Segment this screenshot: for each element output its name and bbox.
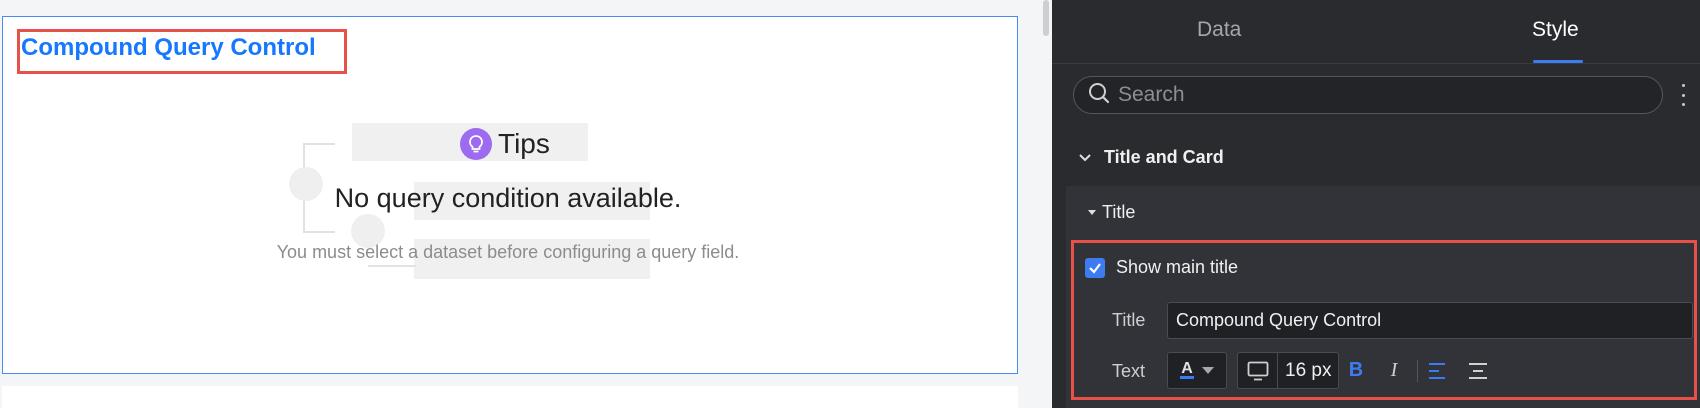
tab-style[interactable]: Style xyxy=(1532,18,1579,42)
italic-icon[interactable]: I xyxy=(1378,352,1410,389)
check-icon xyxy=(1089,262,1101,274)
title-field-label: Title xyxy=(1112,310,1146,330)
bold-icon[interactable]: B xyxy=(1340,352,1372,389)
config-panel: Data Style Title and Card Title Show mai… xyxy=(1052,0,1700,408)
font-color-picker[interactable]: A xyxy=(1167,352,1227,389)
caret-down-icon xyxy=(1201,367,1214,374)
tips-label: Tips xyxy=(498,128,550,159)
show-main-title-checkbox[interactable] xyxy=(1085,257,1105,278)
search-box[interactable] xyxy=(1073,76,1663,114)
lightbulb-icon xyxy=(460,128,492,160)
tab-data[interactable]: Data xyxy=(1197,18,1241,42)
search-icon xyxy=(1088,82,1110,109)
title-input[interactable]: Compound Query Control xyxy=(1167,302,1693,339)
card-title: Compound Query Control xyxy=(21,34,316,61)
canvas: Compound Query Control Tips No query con… xyxy=(0,0,1040,408)
active-tab-indicator xyxy=(1533,60,1583,63)
font-color-icon: A xyxy=(1180,360,1194,379)
subsection-title-header[interactable]: Title xyxy=(1088,202,1135,223)
align-left-icon[interactable] xyxy=(1422,352,1454,389)
font-size-control[interactable]: 16 px xyxy=(1237,352,1339,389)
search-input[interactable] xyxy=(1118,83,1638,107)
caret-down-icon xyxy=(1088,210,1096,215)
canvas-scrollbar[interactable] xyxy=(1040,0,1052,408)
empty-state-subtitle: You must select a dataset before configu… xyxy=(276,242,740,262)
section-label: Title and Card xyxy=(1104,146,1224,167)
next-card[interactable] xyxy=(2,386,1018,408)
show-main-title-label: Show main title xyxy=(1116,257,1239,277)
italic-glyph: I xyxy=(1390,359,1398,381)
section-title-and-card[interactable]: Title and Card xyxy=(1078,144,1224,170)
align-center-icon[interactable] xyxy=(1462,352,1494,389)
show-main-title-option[interactable]: Show main title xyxy=(1085,257,1238,278)
empty-state-title: No query condition available. xyxy=(334,183,682,213)
chevron-down-icon xyxy=(1078,147,1092,168)
monitor-icon[interactable] xyxy=(1238,353,1278,388)
text-field-label: Text xyxy=(1112,361,1146,381)
toolbar-divider xyxy=(1417,360,1418,382)
bold-glyph: B xyxy=(1348,359,1364,381)
panel-tabs: Data Style xyxy=(1052,0,1700,64)
subsection-label: Title xyxy=(1102,202,1136,222)
more-vertical-icon[interactable] xyxy=(1680,84,1686,106)
font-size-value[interactable]: 16 px xyxy=(1278,360,1331,382)
tips-heading: Tips xyxy=(460,126,550,162)
scrollbar-thumb[interactable] xyxy=(1043,0,1049,36)
